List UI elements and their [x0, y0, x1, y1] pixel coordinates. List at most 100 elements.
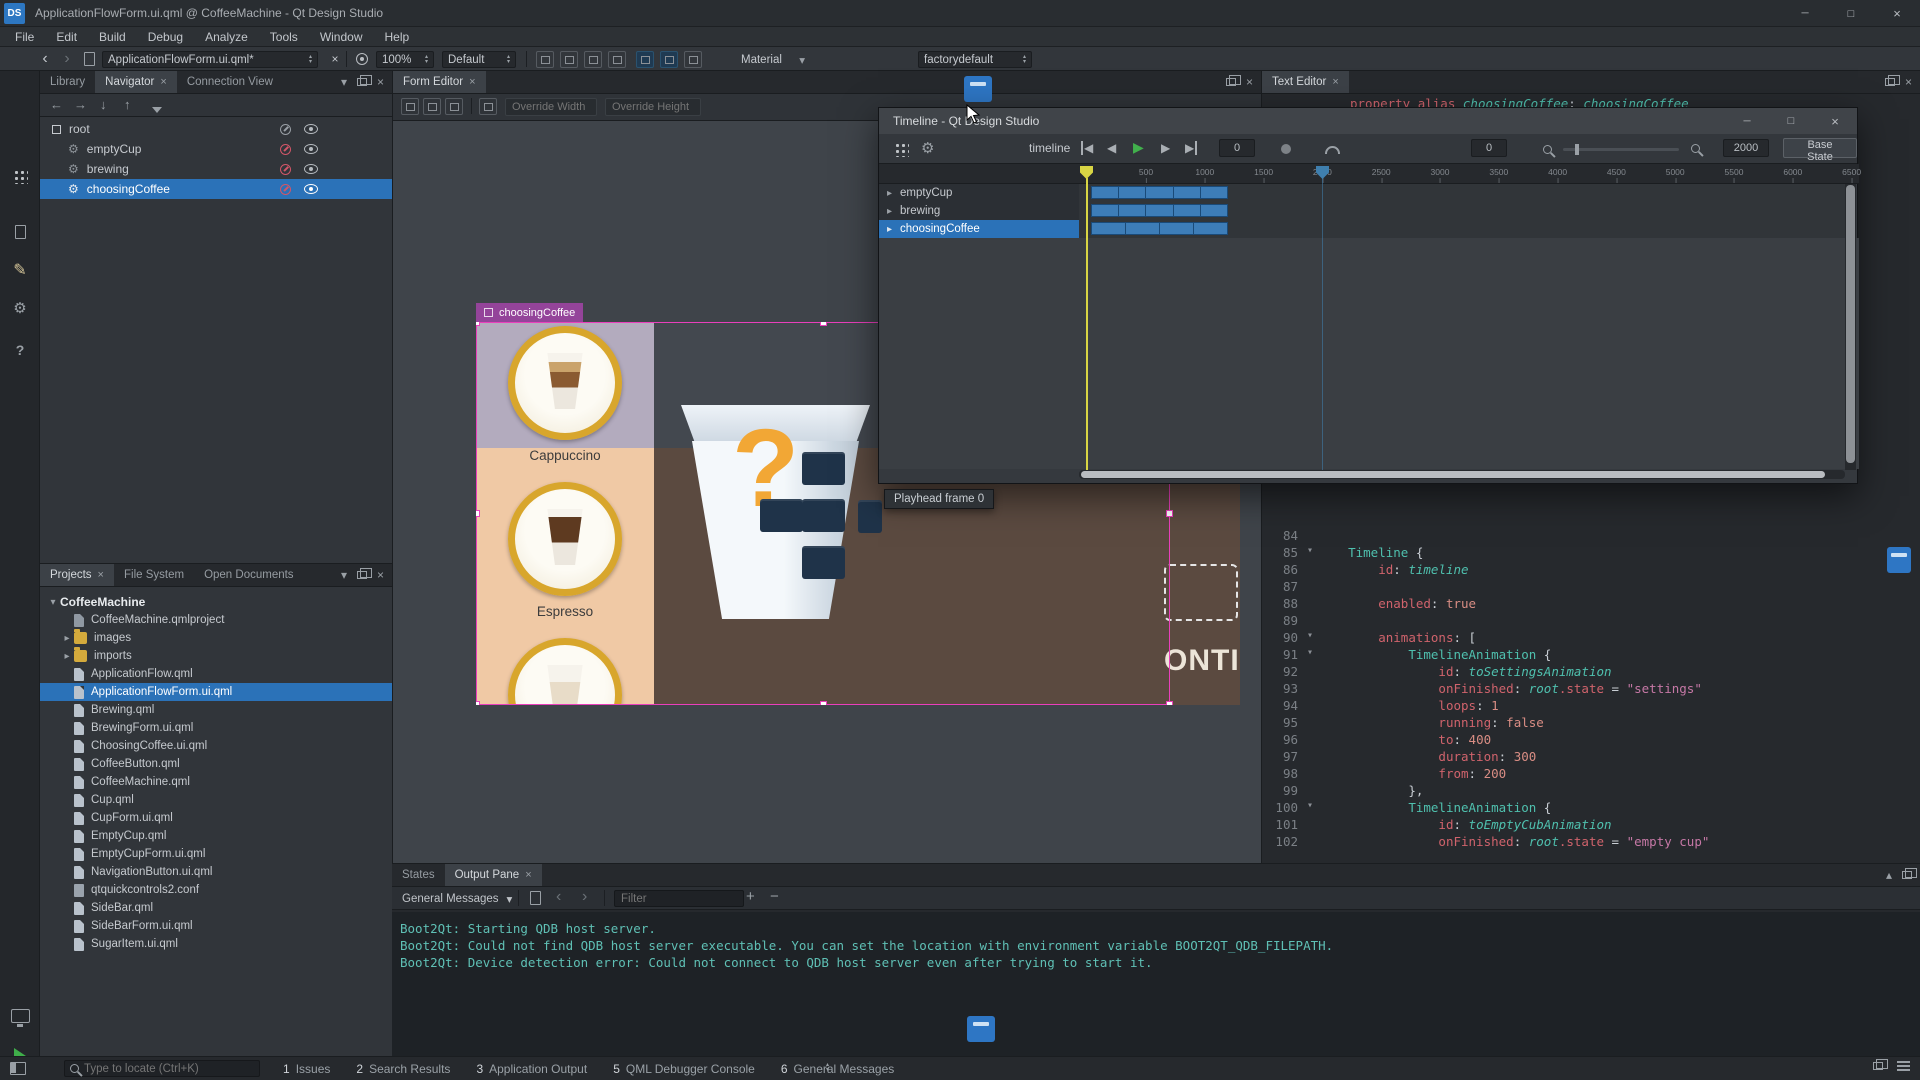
timeline-titlebar[interactable]: Timeline - Qt Design Studio — [879, 108, 1857, 134]
playhead-frame-field[interactable]: 0 — [1219, 139, 1255, 157]
file-item-qtquickcontrols2-conf[interactable]: qtquickcontrols2.conf — [40, 881, 392, 899]
base-state-button[interactable]: Base State — [1783, 138, 1857, 158]
output-pane-button-5[interactable]: 5QML Debugger Console — [613, 1062, 755, 1076]
item-outline-icon[interactable] — [608, 51, 626, 68]
timeline-ruler[interactable]: 5001000150020002500300035004000450050005… — [879, 164, 1859, 184]
move-forward-icon[interactable] — [74, 97, 87, 112]
close-icon[interactable] — [1813, 108, 1857, 134]
navigator-item-emptycup[interactable]: ⚙emptyCup — [40, 139, 392, 159]
snap-guides-icon[interactable] — [560, 51, 578, 68]
code-line[interactable]: 100▾ TimelineAnimation { — [1262, 800, 1906, 817]
keyframe-segment[interactable] — [1092, 187, 1119, 198]
tab-open-documents[interactable]: Open Documents — [194, 564, 304, 586]
no-snapping-icon[interactable] — [479, 98, 497, 115]
resize-handle[interactable] — [820, 701, 827, 705]
zoom-in-icon[interactable] — [1691, 144, 1700, 153]
keyframe-segment[interactable] — [1146, 187, 1173, 198]
previous-item-icon[interactable] — [556, 888, 561, 906]
code-line[interactable]: 98 from: 200 — [1262, 766, 1906, 783]
splitter-handle[interactable] — [964, 76, 992, 102]
filter-icon[interactable] — [152, 101, 162, 116]
save-log-icon[interactable] — [530, 891, 541, 905]
tab-close-icon[interactable]: × — [98, 569, 104, 581]
keyframe-segment[interactable] — [1119, 187, 1146, 198]
navigator-item-brewing[interactable]: ⚙brewing — [40, 159, 392, 179]
code-line[interactable]: 90▾ animations: [ — [1262, 630, 1906, 647]
stepper-icon[interactable] — [507, 55, 510, 65]
resize-handle[interactable] — [1166, 510, 1173, 517]
menu-edit[interactable]: Edit — [45, 27, 88, 47]
keyframe-segment[interactable] — [1092, 223, 1126, 234]
show-grid-icon[interactable] — [636, 51, 654, 68]
code-line[interactable]: 93 onFinished: root.state = "settings" — [1262, 681, 1906, 698]
style-select[interactable]: Default — [442, 51, 516, 68]
menu-file[interactable]: File — [4, 27, 45, 47]
close-pane-icon[interactable] — [1246, 75, 1253, 89]
output-pane-button-1[interactable]: 1Issues — [283, 1062, 330, 1076]
chevron-right-icon[interactable]: ▸ — [887, 206, 892, 217]
file-item-cup-qml[interactable]: Cup.qml — [40, 791, 392, 809]
navigator-item-root[interactable]: root — [40, 119, 392, 139]
resize-tool-icon[interactable] — [445, 98, 463, 115]
forward-icon[interactable] — [58, 51, 76, 67]
timeline-keyframe-area[interactable] — [1079, 184, 1845, 238]
code-line[interactable]: 96 to: 400 — [1262, 732, 1906, 749]
code-line[interactable]: 87 — [1262, 579, 1906, 596]
stepper-icon[interactable] — [425, 55, 428, 65]
resize-handle[interactable] — [476, 322, 480, 326]
code-line[interactable]: 95 running: false — [1262, 715, 1906, 732]
curve-editor-icon[interactable] — [1325, 146, 1340, 154]
stepper-icon[interactable] — [309, 55, 312, 65]
project-root[interactable]: ▾CoffeeMachine — [40, 593, 392, 611]
file-item-sugaritem-ui-qml[interactable]: SugarItem.ui.qml — [40, 935, 392, 953]
keyframe-frame-field[interactable]: 0 — [1471, 139, 1507, 157]
record-icon[interactable] — [1281, 144, 1291, 154]
skip-to-start-icon[interactable]: ◀ — [1081, 141, 1093, 155]
splitter-handle[interactable] — [967, 1016, 995, 1042]
keyframe-segment[interactable] — [1160, 223, 1194, 234]
menu-debug[interactable]: Debug — [137, 27, 194, 47]
export-icon[interactable] — [280, 164, 291, 175]
code-line[interactable]: 102 onFinished: root.state = "empty cup" — [1262, 834, 1906, 851]
file-item-sidebarform-ui-qml[interactable]: SideBarForm.ui.qml — [40, 917, 392, 935]
file-item-coffeebutton-qml[interactable]: CoffeeButton.qml — [40, 755, 392, 773]
console-output[interactable]: Boot2Qt: Starting QDB host server.Boot2Q… — [392, 912, 1920, 1057]
export-icon[interactable] — [280, 124, 291, 135]
tab-text-editor[interactable]: Text Editor× — [1262, 71, 1349, 93]
output-pane-button-6[interactable]: 6General Messages — [781, 1062, 894, 1076]
file-item-emptycupform-ui-qml[interactable]: EmptyCupForm.ui.qml — [40, 845, 392, 863]
file-item-sidebar-qml[interactable]: SideBar.qml — [40, 899, 392, 917]
move-tool-icon[interactable] — [423, 98, 441, 115]
keyframe-bar[interactable] — [1091, 186, 1228, 199]
chevron-right-icon[interactable]: ▸ — [60, 651, 74, 662]
keyframe-bar[interactable] — [1091, 222, 1228, 235]
keyframe-segment[interactable] — [1126, 223, 1160, 234]
live-preview-icon[interactable] — [356, 53, 368, 65]
export-icon[interactable] — [280, 144, 291, 155]
zoom-in-icon[interactable]: + — [746, 888, 755, 905]
keyframe-segment[interactable] — [1201, 205, 1227, 216]
move-down-icon[interactable] — [100, 97, 107, 112]
file-item-brewing-qml[interactable]: Brewing.qml — [40, 701, 392, 719]
chevron-down-icon[interactable]: ▾ — [46, 597, 60, 608]
next-item-icon[interactable] — [582, 888, 587, 906]
tab-close-icon[interactable]: × — [1332, 76, 1338, 88]
vertical-scrollbar[interactable] — [1845, 184, 1856, 470]
file-item-coffeemachine-qmlproject[interactable]: CoffeeMachine.qmlproject — [40, 611, 392, 629]
layout-grid-icon[interactable] — [684, 51, 702, 68]
export-icon[interactable] — [280, 184, 291, 195]
next-keyframe-icon[interactable]: ▶ — [1161, 141, 1170, 155]
maximize-icon[interactable] — [1769, 108, 1813, 134]
horizontal-scrollbar[interactable] — [1079, 470, 1845, 479]
file-item-applicationflow-qml[interactable]: ApplicationFlow.qml — [40, 665, 392, 683]
tab-output-pane[interactable]: Output Pane× — [445, 864, 542, 886]
code-line[interactable]: 84 — [1262, 528, 1906, 545]
scrollbar-thumb[interactable] — [1846, 185, 1855, 463]
play-icon[interactable]: ▶ — [1133, 139, 1144, 156]
code-line[interactable]: 92 id: toSettingsAnimation — [1262, 664, 1906, 681]
code-line[interactable]: 89 — [1262, 613, 1906, 630]
float-pane-icon[interactable] — [357, 571, 367, 579]
zoom-select[interactable]: 100% — [376, 51, 434, 68]
keyframe-segment[interactable] — [1174, 205, 1201, 216]
zoom-out-icon[interactable]: − — [770, 888, 779, 905]
